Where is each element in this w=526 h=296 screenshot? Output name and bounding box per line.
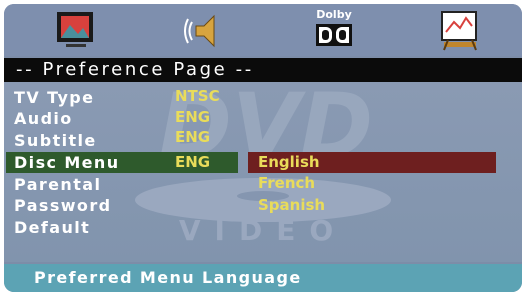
icon-bar: Dolby xyxy=(4,4,522,56)
disc-menu-value: ENG xyxy=(175,153,211,171)
menu-item-disc-menu[interactable]: Disc Menu xyxy=(14,153,120,173)
status-text: Preferred Menu Language xyxy=(34,268,302,287)
dolby-icon[interactable]: Dolby xyxy=(312,8,356,52)
menu-item-subtitle[interactable]: Subtitle xyxy=(14,131,97,151)
page-title: -- Preference Page -- xyxy=(16,59,254,80)
watermark-text: VIDEO xyxy=(179,214,347,247)
menu-item-default[interactable]: Default xyxy=(14,218,90,238)
speaker-icon[interactable] xyxy=(184,8,228,52)
option-french[interactable]: French xyxy=(258,174,315,192)
menu-area: DVD VIDEO TV Type Audio Subtitle Disc Me… xyxy=(4,82,522,262)
audio-value: ENG xyxy=(175,108,211,126)
menu-item-tv-type[interactable]: TV Type xyxy=(14,88,94,108)
osd-screen: Dolby -- Preference Page -- DVD VIDEO TV… xyxy=(4,4,522,292)
title-bar: -- Preference Page -- xyxy=(4,58,522,82)
tv-type-value: NTSC xyxy=(175,87,220,105)
menu-item-password[interactable]: Password xyxy=(14,196,111,216)
option-spanish[interactable]: Spanish xyxy=(258,196,325,214)
menu-item-audio[interactable]: Audio xyxy=(14,109,73,129)
subtitle-value: ENG xyxy=(175,128,211,146)
easel-icon[interactable] xyxy=(436,8,484,52)
menu-item-parental[interactable]: Parental xyxy=(14,175,101,195)
picture-icon[interactable] xyxy=(54,8,98,52)
option-english[interactable]: English xyxy=(258,153,320,171)
status-bar: Preferred Menu Language xyxy=(4,264,522,292)
